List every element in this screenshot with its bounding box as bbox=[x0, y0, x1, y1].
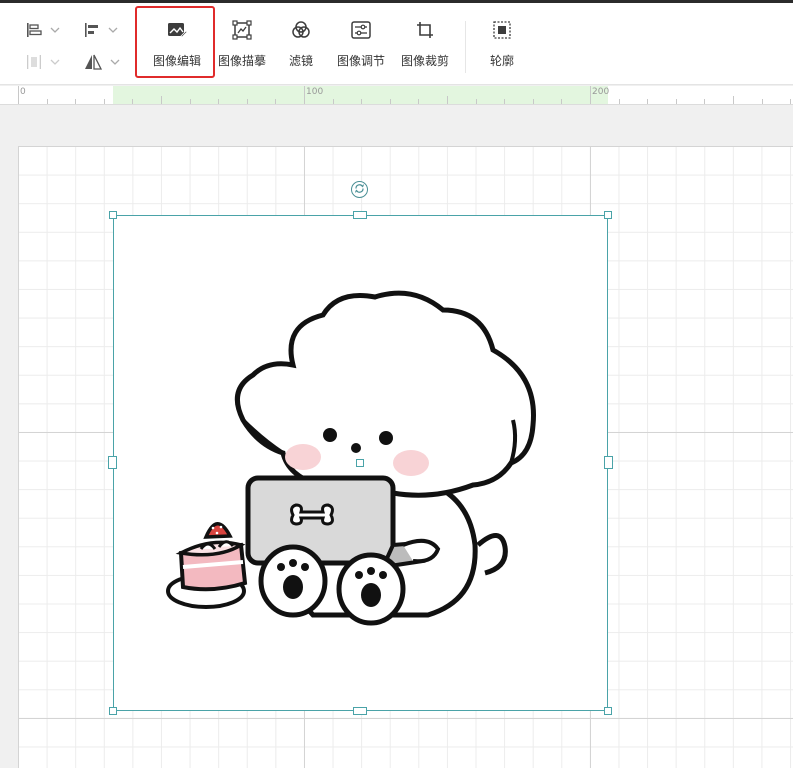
chevron-down-icon bbox=[108, 27, 118, 33]
distribute-control[interactable] bbox=[26, 51, 60, 73]
ruler-tick bbox=[590, 86, 591, 104]
image-adjust-button[interactable]: 图像调节 bbox=[334, 19, 388, 71]
ruler-tick bbox=[246, 99, 248, 104]
ruler-tick bbox=[618, 99, 620, 104]
ruler-tick bbox=[332, 99, 334, 104]
ruler-tick bbox=[532, 99, 534, 104]
image-trace-icon bbox=[231, 19, 253, 41]
ruler-label-0: 0 bbox=[20, 87, 26, 97]
outline-label: 轮廓 bbox=[489, 54, 514, 68]
ruler-tick bbox=[761, 99, 763, 104]
filter-button[interactable]: 滤镜 bbox=[282, 19, 320, 71]
resize-handle-top-left[interactable] bbox=[109, 211, 117, 219]
ruler-tick bbox=[361, 99, 363, 104]
ruler-tick bbox=[218, 99, 220, 104]
ruler-label-200: 200 bbox=[592, 87, 610, 97]
resize-handle-right[interactable] bbox=[604, 456, 613, 469]
ruler-tick bbox=[561, 99, 563, 104]
ruler-tick bbox=[418, 99, 420, 104]
resize-handle-bottom-left[interactable] bbox=[109, 707, 117, 715]
ruler-tick bbox=[46, 99, 48, 104]
image-trace-label: 图像描摹 bbox=[217, 54, 266, 68]
highlight-box bbox=[135, 6, 215, 78]
outline-button[interactable]: 轮廓 bbox=[483, 19, 521, 71]
crop-label: 图像裁剪 bbox=[400, 54, 449, 68]
anchor-point[interactable] bbox=[356, 459, 364, 467]
ruler-label-100: 100 bbox=[306, 87, 324, 97]
rotate-handle[interactable] bbox=[351, 181, 368, 198]
toolbar-divider bbox=[465, 21, 466, 73]
resize-handle-bottom[interactable] bbox=[353, 707, 367, 715]
ruler-tick bbox=[161, 96, 162, 104]
ruler-tick bbox=[733, 96, 734, 104]
resize-handle-bottom-right[interactable] bbox=[604, 707, 612, 715]
toolbar: 图像编辑 图像描摹 滤镜 图像调节 图像裁剪 轮廓 bbox=[0, 3, 793, 85]
distribute-icon bbox=[26, 54, 42, 70]
ruler-tick bbox=[647, 99, 649, 104]
align-top-icon bbox=[84, 22, 100, 38]
ruler-tick bbox=[675, 99, 677, 104]
horizontal-ruler: 0 100 200 bbox=[0, 86, 793, 105]
ruler-tick bbox=[475, 99, 477, 104]
chevron-down-icon bbox=[110, 59, 120, 65]
align-top-control[interactable] bbox=[84, 19, 118, 41]
align-left-control[interactable] bbox=[26, 19, 60, 41]
ruler-tick bbox=[132, 99, 134, 104]
resize-handle-left[interactable] bbox=[108, 456, 117, 469]
outline-icon bbox=[491, 19, 513, 41]
ruler-tick bbox=[75, 99, 77, 104]
resize-handle-top[interactable] bbox=[353, 211, 367, 219]
filter-icon bbox=[290, 19, 312, 41]
chevron-down-icon bbox=[50, 59, 60, 65]
ruler-tick bbox=[389, 99, 391, 104]
resize-handle-top-right[interactable] bbox=[604, 211, 612, 219]
crop-button[interactable]: 图像裁剪 bbox=[398, 19, 452, 71]
flip-icon bbox=[84, 54, 102, 70]
crop-icon bbox=[414, 19, 436, 41]
image-adjust-label: 图像调节 bbox=[336, 54, 385, 68]
ruler-tick bbox=[704, 99, 706, 104]
rotate-icon bbox=[354, 181, 365, 199]
ruler-tick bbox=[18, 86, 19, 104]
align-left-icon bbox=[26, 22, 42, 38]
chevron-down-icon bbox=[50, 27, 60, 33]
flip-control[interactable] bbox=[84, 51, 120, 73]
ruler-tick bbox=[447, 96, 448, 104]
ruler-tick bbox=[790, 99, 792, 104]
ruler-tick bbox=[275, 99, 277, 104]
ruler-tick bbox=[504, 99, 506, 104]
ruler-tick bbox=[189, 99, 191, 104]
ruler-tick bbox=[103, 99, 105, 104]
image-adjust-icon bbox=[350, 19, 372, 41]
filter-label: 滤镜 bbox=[288, 54, 313, 68]
ruler-tick bbox=[304, 86, 305, 104]
image-trace-button[interactable]: 图像描摹 bbox=[215, 19, 269, 71]
